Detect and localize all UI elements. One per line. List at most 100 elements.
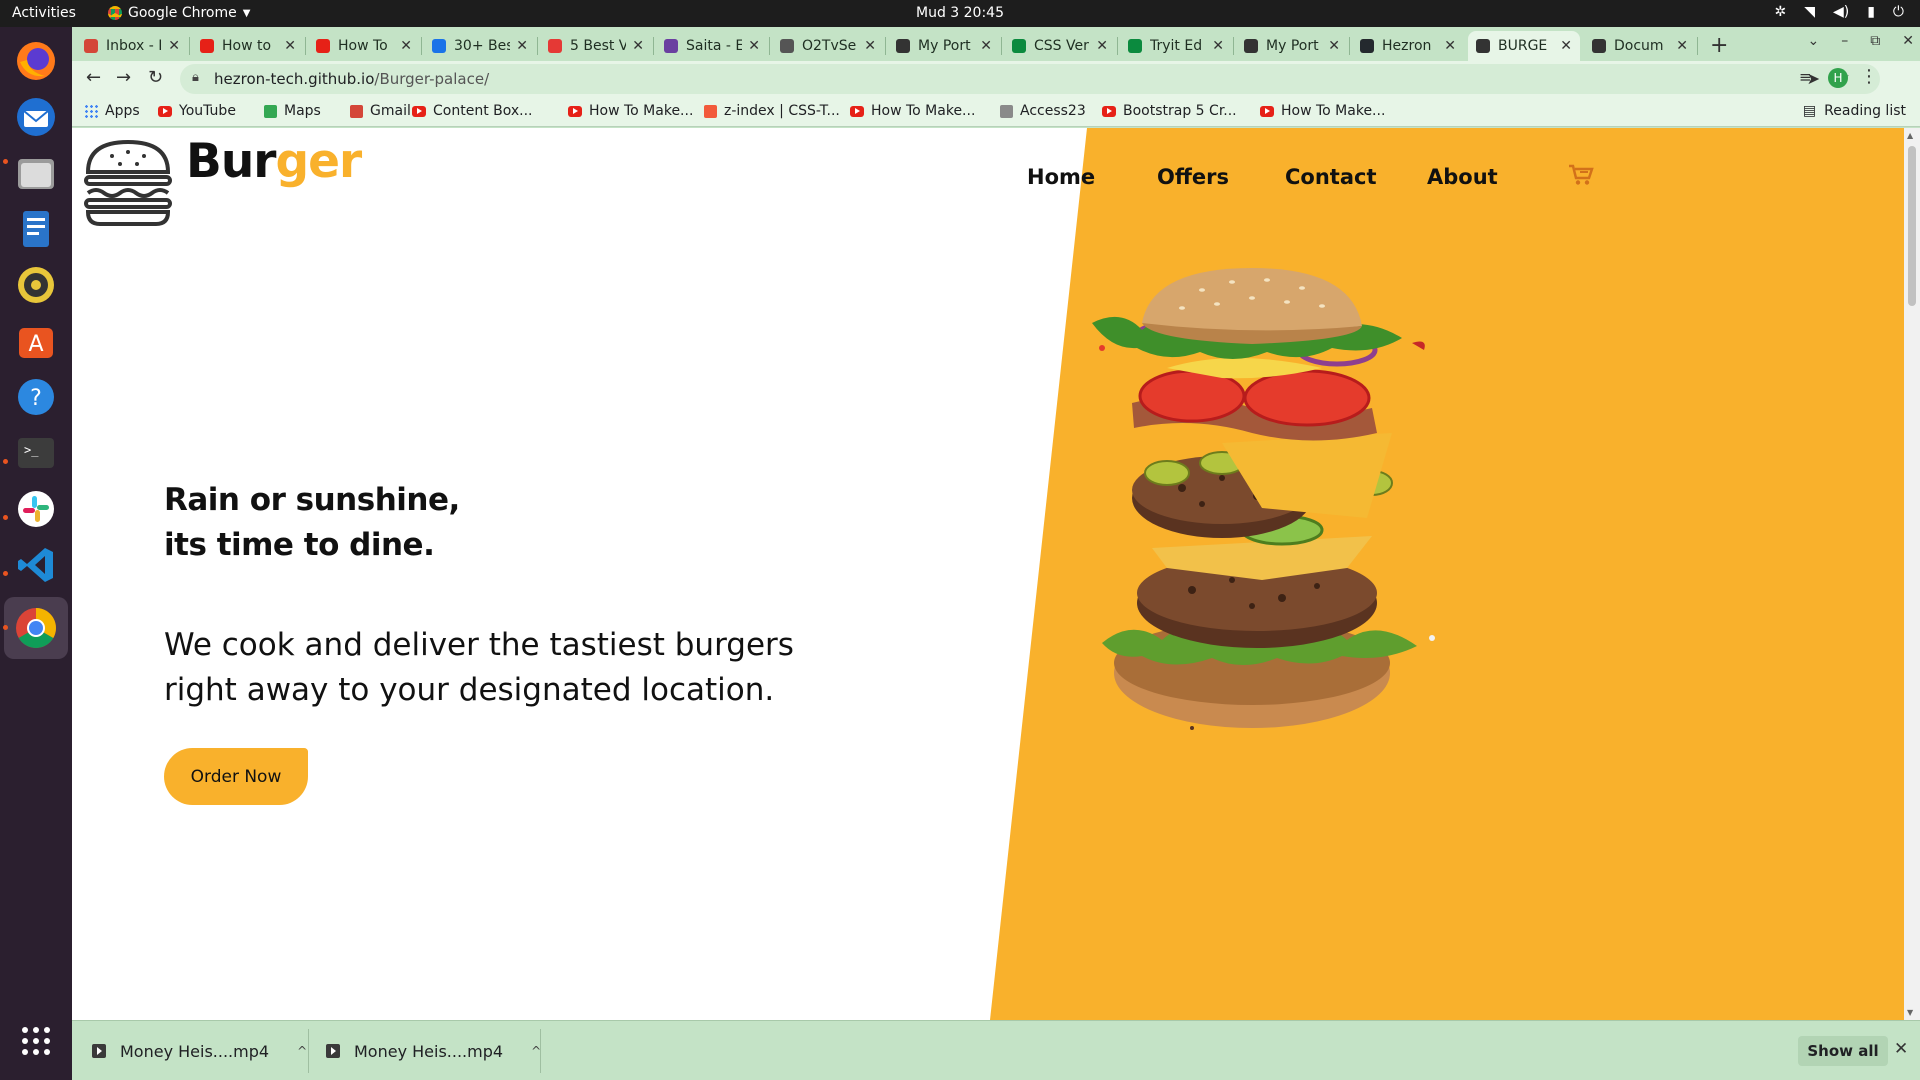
files-icon[interactable] [12,149,60,197]
tab[interactable]: Saita - E ✕ [656,31,768,61]
bookmark-item[interactable]: YouTube [158,103,236,119]
close-window-icon[interactable]: ✕ [1902,33,1914,49]
minimize-icon[interactable]: – [1841,33,1848,49]
reading-list-button[interactable]: ▤ Reading list [1803,103,1906,119]
close-icon[interactable]: ✕ [1096,38,1108,54]
bookmark-item[interactable]: Content Box... [412,103,533,119]
tab[interactable]: 5 Best V ✕ [540,31,652,61]
nav-contact[interactable]: Contact [1285,165,1377,189]
tab-search-icon[interactable]: ⌄ [1808,33,1820,49]
profile-avatar[interactable]: H [1828,68,1848,88]
tab-separator [1233,37,1234,55]
tab-title: Saita - E [686,38,743,54]
cart-icon[interactable] [1568,164,1594,186]
close-icon[interactable]: ✕ [400,38,412,54]
burger-logo-icon[interactable] [82,136,174,228]
chrome-menu-icon[interactable]: ⋮ [1860,66,1878,87]
close-icon[interactable]: ✕ [1212,38,1224,54]
nav-offers[interactable]: Offers [1157,165,1229,189]
power-icon[interactable]: ⏻ [1893,4,1904,20]
w-icon [1128,39,1142,53]
address-bar[interactable]: 🔒︎ hezron-tech.github.io/Burger-palace/ … [180,64,1880,94]
close-icon[interactable]: ✕ [748,38,760,54]
tab-separator [1349,37,1350,55]
running-indicator [3,159,8,164]
download-item[interactable]: Money Heis....mp4 ^ [326,1021,541,1080]
download-item[interactable]: Money Heis....mp4 ^ [92,1021,307,1080]
terminal-icon[interactable]: >_ [12,429,60,477]
close-icon[interactable]: ✕ [1560,38,1572,54]
slack-tray-icon[interactable]: ✲ [1774,4,1786,20]
help-icon[interactable]: ? [12,373,60,421]
bookmark-item[interactable]: How To Make... [850,103,975,119]
brand-logo-text[interactable]: Burger [186,134,362,189]
tab[interactable]: Hezron ✕ [1352,31,1464,61]
wifi-icon[interactable]: ◥ [1804,4,1815,20]
tab-title: My Port [1266,38,1319,54]
bookmark-item[interactable]: Bootstrap 5 Cr... [1102,103,1237,119]
bookmark-item[interactable]: Gmail [350,103,411,119]
chevron-up-icon[interactable]: ^ [297,1044,307,1058]
forward-arrow-icon[interactable]: → [116,67,131,88]
clock[interactable]: Mud 3 20:45 [0,5,1920,21]
show-all-button[interactable]: Show all [1798,1036,1888,1066]
tab[interactable]: Docum ✕ [1584,31,1696,61]
tab[interactable]: Tryit Ed ✕ [1120,31,1232,61]
slack-icon[interactable] [12,485,60,533]
tab[interactable]: Inbox - I ✕ [76,31,188,61]
tab[interactable]: CSS Ver ✕ [1004,31,1116,61]
close-icon[interactable]: ✕ [284,38,296,54]
reload-icon[interactable]: ↻ [148,67,163,88]
order-now-button[interactable]: Order Now [164,748,308,805]
tab[interactable]: O2TvSe ✕ [772,31,884,61]
lock-icon[interactable]: 🔒︎ [192,70,199,85]
close-icon[interactable]: ✕ [1444,38,1456,54]
volume-icon[interactable]: ◀) [1833,4,1849,20]
close-icon[interactable]: ✕ [1328,38,1340,54]
hero-headline-line-2: its time to dine. [164,527,435,563]
battery-icon[interactable]: ▮ [1867,4,1875,20]
nav-home[interactable]: Home [1027,165,1095,189]
media-control-icon[interactable]: ≡ [1799,68,1812,86]
system-tray[interactable]: ✲ ◥ ◀) ▮ ⏻ [1774,4,1904,20]
software-center-icon[interactable]: A [12,317,60,365]
scroll-up-icon[interactable]: ▲ [1907,131,1913,140]
tab[interactable]: How to ✕ [192,31,304,61]
restore-icon[interactable]: ⧉ [1870,33,1880,49]
bookmark-item[interactable]: z-index | CSS-T... [704,103,840,119]
close-icon[interactable]: ✕ [516,38,528,54]
url-text[interactable]: hezron-tech.github.io/Burger-palace/ [214,70,489,88]
tab[interactable]: My Port ✕ [888,31,1000,61]
thunderbird-icon[interactable] [12,93,60,141]
tab[interactable]: 30+ Bes ✕ [424,31,536,61]
close-icon[interactable]: ✕ [980,38,992,54]
close-icon[interactable]: ✕ [1676,38,1688,54]
show-apps-icon[interactable] [12,1017,60,1065]
close-icon[interactable]: ✕ [632,38,644,54]
scroll-down-icon[interactable]: ▼ [1907,1008,1913,1017]
nav-about[interactable]: About [1427,165,1498,189]
writer-icon[interactable] [12,205,60,253]
new-tab-button[interactable]: + [1710,33,1728,58]
bookmark-item[interactable]: Maps [264,103,321,119]
youtube-icon [316,39,330,53]
bookmark-item[interactable]: How To Make... [568,103,693,119]
bookmark-item[interactable]: Apps [84,103,140,119]
scrollbar-thumb[interactable] [1908,146,1916,306]
rhythmbox-icon[interactable] [12,261,60,309]
css-tricks-icon [704,104,717,118]
tab-title: O2TvSe [802,38,857,54]
close-icon[interactable]: ✕ [168,38,180,54]
bookmark-item[interactable]: Access23 [1000,103,1086,119]
tab[interactable]: How To ✕ [308,31,420,61]
vscode-icon[interactable] [12,541,60,589]
back-arrow-icon[interactable]: ← [86,67,101,88]
firefox-icon[interactable] [12,37,60,85]
chrome-dock-icon[interactable] [4,597,68,659]
bookmark-item[interactable]: How To Make... [1260,103,1385,119]
close-icon[interactable]: ✕ [1894,1039,1908,1059]
tab[interactable]: My Port ✕ [1236,31,1348,61]
tab-active[interactable]: BURGE ✕ [1468,31,1580,61]
close-icon[interactable]: ✕ [864,38,876,54]
page-scrollbar[interactable]: ▲ ▼ [1904,128,1920,1020]
